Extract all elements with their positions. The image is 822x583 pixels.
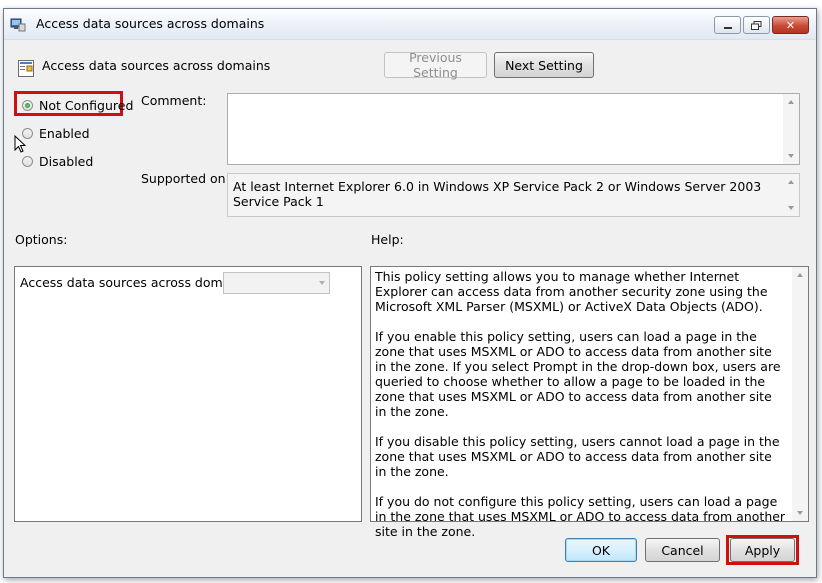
minimize-button[interactable] <box>714 16 741 34</box>
comment-textarea[interactable] <box>227 93 800 165</box>
cancel-button[interactable]: Cancel <box>645 538 720 562</box>
radio-button-icon[interactable] <box>22 100 33 111</box>
comment-label: Comment: <box>141 93 207 108</box>
supported-on-label: Supported on: <box>141 171 230 186</box>
radio-label-disabled: Disabled <box>39 154 94 169</box>
radio-button-icon[interactable] <box>22 156 33 167</box>
chevron-down-icon[interactable] <box>319 281 325 285</box>
next-setting-button[interactable]: Next Setting <box>494 52 594 78</box>
maximize-button[interactable] <box>743 16 770 34</box>
close-icon: ✕ <box>785 18 796 32</box>
options-panel: Access data sources across domains <box>14 266 362 522</box>
radio-disabled[interactable]: Disabled <box>22 154 93 169</box>
radio-label-not-configured: Not Configured <box>39 98 134 113</box>
supported-scrollbar[interactable] <box>783 174 799 216</box>
policy-dialog-window: Access data sources across domains ✕ Acc… <box>3 8 817 578</box>
close-button[interactable]: ✕ <box>772 16 809 34</box>
scroll-down-icon[interactable] <box>788 206 794 210</box>
apply-button[interactable]: Apply <box>730 538 795 562</box>
options-label: Options: <box>15 232 68 247</box>
scroll-down-icon[interactable] <box>788 154 794 158</box>
scroll-up-icon[interactable] <box>797 273 803 277</box>
option-access-data-label: Access data sources across domains <box>20 275 249 290</box>
help-paragraph: If you enable this policy setting, users… <box>375 329 781 419</box>
radio-enabled[interactable]: Enabled <box>22 126 90 141</box>
title-bar[interactable]: Access data sources across domains ✕ <box>4 9 816 40</box>
comment-scrollbar[interactable] <box>783 94 799 164</box>
scroll-down-icon[interactable] <box>797 511 803 515</box>
help-panel: This policy setting allows you to manage… <box>370 266 809 539</box>
help-label: Help: <box>371 232 404 247</box>
help-paragraph: This policy setting allows you to manage… <box>375 269 768 314</box>
scroll-up-icon[interactable] <box>788 180 794 184</box>
policy-setting-icon <box>18 60 34 77</box>
minimize-icon <box>723 27 732 29</box>
help-paragraph: If you disable this policy setting, user… <box>375 434 780 479</box>
restore-icon <box>751 20 762 30</box>
radio-label-enabled: Enabled <box>39 126 90 141</box>
window-title: Access data sources across domains <box>36 16 265 31</box>
radio-not-configured[interactable]: Not Configured <box>22 98 133 113</box>
group-policy-icon <box>10 18 26 32</box>
ok-button[interactable]: OK <box>565 538 637 562</box>
scroll-up-icon[interactable] <box>788 100 794 104</box>
previous-setting-button[interactable]: Previous Setting <box>384 50 487 80</box>
supported-on-value: At least Internet Explorer 6.0 in Window… <box>233 179 762 209</box>
policy-name: Access data sources across domains <box>42 58 271 73</box>
help-paragraph: If you do not configure this policy sett… <box>375 494 786 539</box>
help-text: This policy setting allows you to manage… <box>375 269 787 554</box>
help-scrollbar[interactable] <box>792 267 808 521</box>
access-data-dropdown[interactable] <box>223 272 330 294</box>
supported-on-field: At least Internet Explorer 6.0 in Window… <box>227 173 800 217</box>
mouse-cursor-icon <box>14 135 26 153</box>
